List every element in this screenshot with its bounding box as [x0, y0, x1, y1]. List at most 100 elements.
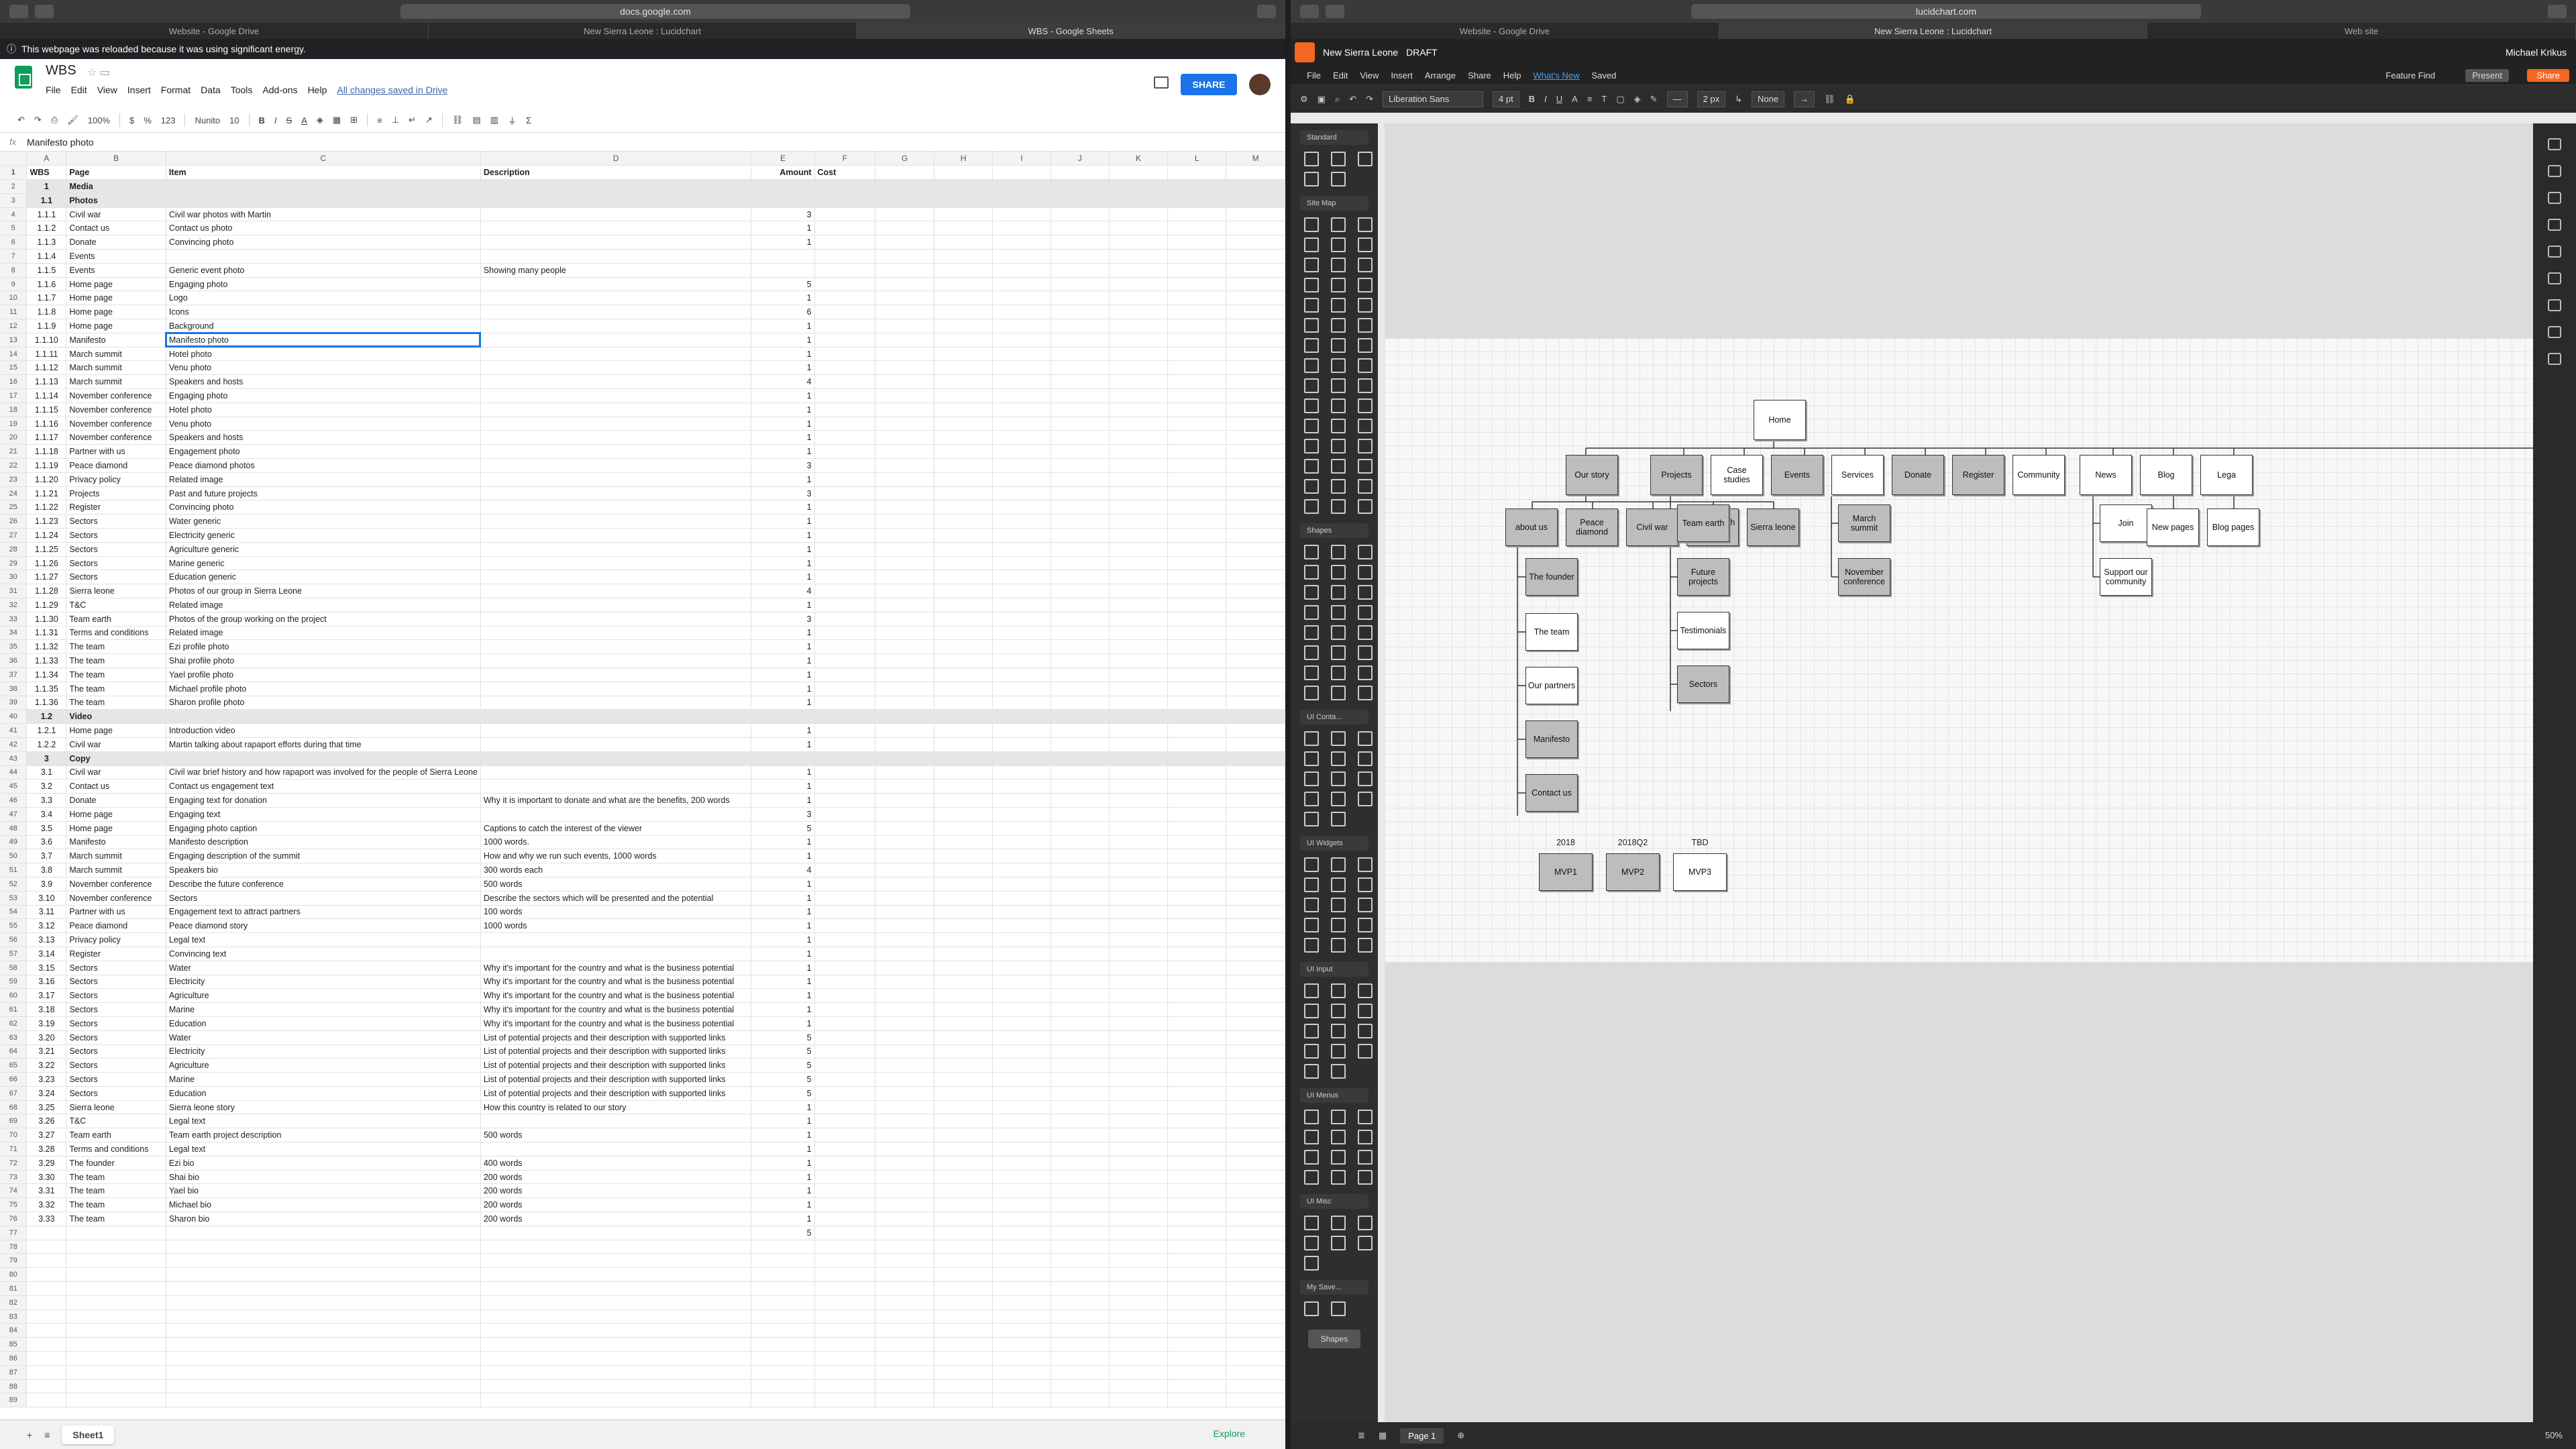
grid-cell[interactable] [875, 1156, 934, 1171]
grid-cell[interactable] [934, 1072, 994, 1087]
grid-cell[interactable]: 1 [751, 723, 815, 738]
grid-cell[interactable] [1167, 249, 1227, 264]
line-style-select[interactable]: — [1666, 91, 1688, 107]
grid-cell[interactable] [1051, 891, 1110, 906]
row-number[interactable]: 80 [0, 1267, 28, 1283]
grid-cell[interactable]: Hotel photo [166, 347, 481, 362]
borders-icon[interactable]: ▦ [333, 115, 341, 125]
grid-cell[interactable] [166, 751, 481, 766]
grid-cell[interactable] [66, 1267, 166, 1283]
mvp-node[interactable]: MVP3 [1673, 853, 1727, 891]
more-formats-select[interactable]: 123 [161, 115, 176, 125]
grid-cell[interactable] [934, 542, 994, 557]
grid-cell[interactable] [992, 165, 1051, 180]
row-number[interactable]: 35 [0, 639, 28, 655]
grid-cell[interactable] [1051, 1351, 1110, 1366]
grid-cell[interactable] [1167, 1142, 1227, 1157]
grid-cell[interactable]: Privacy policy [66, 932, 166, 947]
grid-cell[interactable] [1051, 458, 1110, 473]
grid-cell[interactable] [934, 821, 994, 836]
grid-cell[interactable] [875, 1379, 934, 1394]
grid-cell[interactable] [1109, 402, 1169, 417]
grid-cell[interactable] [1167, 877, 1227, 892]
forward-button[interactable] [1326, 5, 1344, 18]
grid-cell[interactable] [1051, 528, 1110, 543]
grid-cell[interactable] [1109, 1295, 1169, 1310]
grid-cell[interactable]: Events [66, 263, 166, 278]
grid-cell[interactable] [480, 333, 752, 347]
grid-cell[interactable]: 3.21 [26, 1044, 67, 1059]
grid-cell[interactable] [934, 1351, 994, 1366]
grid-cell[interactable]: 1 [751, 1156, 815, 1171]
grid-cell[interactable] [1109, 221, 1169, 236]
row-number[interactable]: 75 [0, 1197, 28, 1213]
grid-cell[interactable] [814, 612, 876, 627]
grid-cell[interactable]: The team [66, 696, 166, 710]
grid-cell[interactable]: 1.1.15 [26, 402, 67, 417]
grid-cell[interactable] [875, 612, 934, 627]
menu-edit[interactable]: Edit [1333, 70, 1348, 80]
grid-cell[interactable] [1226, 570, 1285, 585]
row-number[interactable]: 87 [0, 1365, 28, 1380]
grid-cell[interactable] [1226, 682, 1285, 696]
grid-cell[interactable] [1226, 290, 1285, 306]
grid-cell[interactable] [1167, 388, 1227, 403]
grid-cell[interactable]: 3.26 [26, 1114, 67, 1129]
grid-cell[interactable] [814, 570, 876, 585]
grid-cell[interactable] [934, 667, 994, 682]
grid-cell[interactable] [1109, 988, 1169, 1004]
grid-cell[interactable]: Sectors [66, 988, 166, 1004]
grid-cell[interactable] [875, 863, 934, 877]
grid-cell[interactable]: 3.13 [26, 932, 67, 947]
grid-cell[interactable]: Civil war [66, 207, 166, 222]
grid-cell[interactable] [875, 1072, 934, 1087]
grid-cell[interactable]: 4 [751, 584, 815, 598]
grid-cell[interactable]: Item [166, 165, 481, 180]
grid-cell[interactable] [166, 249, 481, 264]
grid-cell[interactable] [934, 932, 994, 947]
grid-cell[interactable]: 1 [751, 1016, 815, 1031]
grid-cell[interactable] [1109, 863, 1169, 877]
grid-cell[interactable]: Sectors [166, 891, 481, 906]
grid-cell[interactable] [814, 249, 876, 264]
grid-cell[interactable] [1051, 737, 1110, 752]
grid-cell[interactable] [814, 1002, 876, 1017]
grid-cell[interactable] [934, 1253, 994, 1269]
grid-cell[interactable]: Copy [66, 751, 166, 766]
grid-cell[interactable]: Why it's important for the country and w… [480, 1002, 752, 1017]
grid-cell[interactable] [992, 528, 1051, 543]
formula-input[interactable]: Manifesto photo [27, 137, 94, 148]
grid-cell[interactable] [1051, 165, 1110, 180]
grid-cell[interactable] [992, 1240, 1051, 1254]
grid-cell[interactable]: Legal text [166, 1142, 481, 1157]
share-page-button[interactable] [2548, 5, 2567, 18]
grid-cell[interactable] [1167, 765, 1227, 780]
grid-cell[interactable] [1226, 947, 1285, 961]
grid-cell[interactable] [1226, 584, 1285, 598]
sitemap-node[interactable]: Services [1831, 455, 1884, 495]
line-start-select[interactable]: None [1752, 91, 1785, 107]
grid-cell[interactable]: Venu photo [166, 360, 481, 376]
grid-cell[interactable]: 1.1.13 [26, 374, 67, 390]
row-number[interactable]: 41 [0, 723, 28, 738]
grid-cell[interactable]: 1 [751, 221, 815, 236]
grid-cell[interactable] [1226, 653, 1285, 668]
grid-cell[interactable] [480, 765, 752, 780]
row-number[interactable]: 26 [0, 514, 28, 529]
font-size-select[interactable]: 10 [229, 115, 239, 125]
grid-cell[interactable] [1226, 1226, 1285, 1240]
grid-cell[interactable] [875, 1212, 934, 1226]
grid-cell[interactable]: Projects [66, 486, 166, 501]
grid-cell[interactable] [875, 751, 934, 766]
grid-cell[interactable] [1109, 1002, 1169, 1017]
bold-icon[interactable]: B [1529, 94, 1535, 104]
grid-cell[interactable]: 1 [751, 1212, 815, 1226]
grid-cell[interactable] [1051, 807, 1110, 822]
row-number[interactable]: 56 [0, 932, 28, 947]
grid-cell[interactable] [1226, 1114, 1285, 1129]
grid-cell[interactable] [1167, 1016, 1227, 1031]
library-shapes[interactable]: Shapes [1300, 523, 1368, 538]
grid-cell[interactable] [934, 709, 994, 724]
grid-cell[interactable]: 1.1.18 [26, 444, 67, 460]
grid-cell[interactable]: Sectors [66, 1016, 166, 1031]
